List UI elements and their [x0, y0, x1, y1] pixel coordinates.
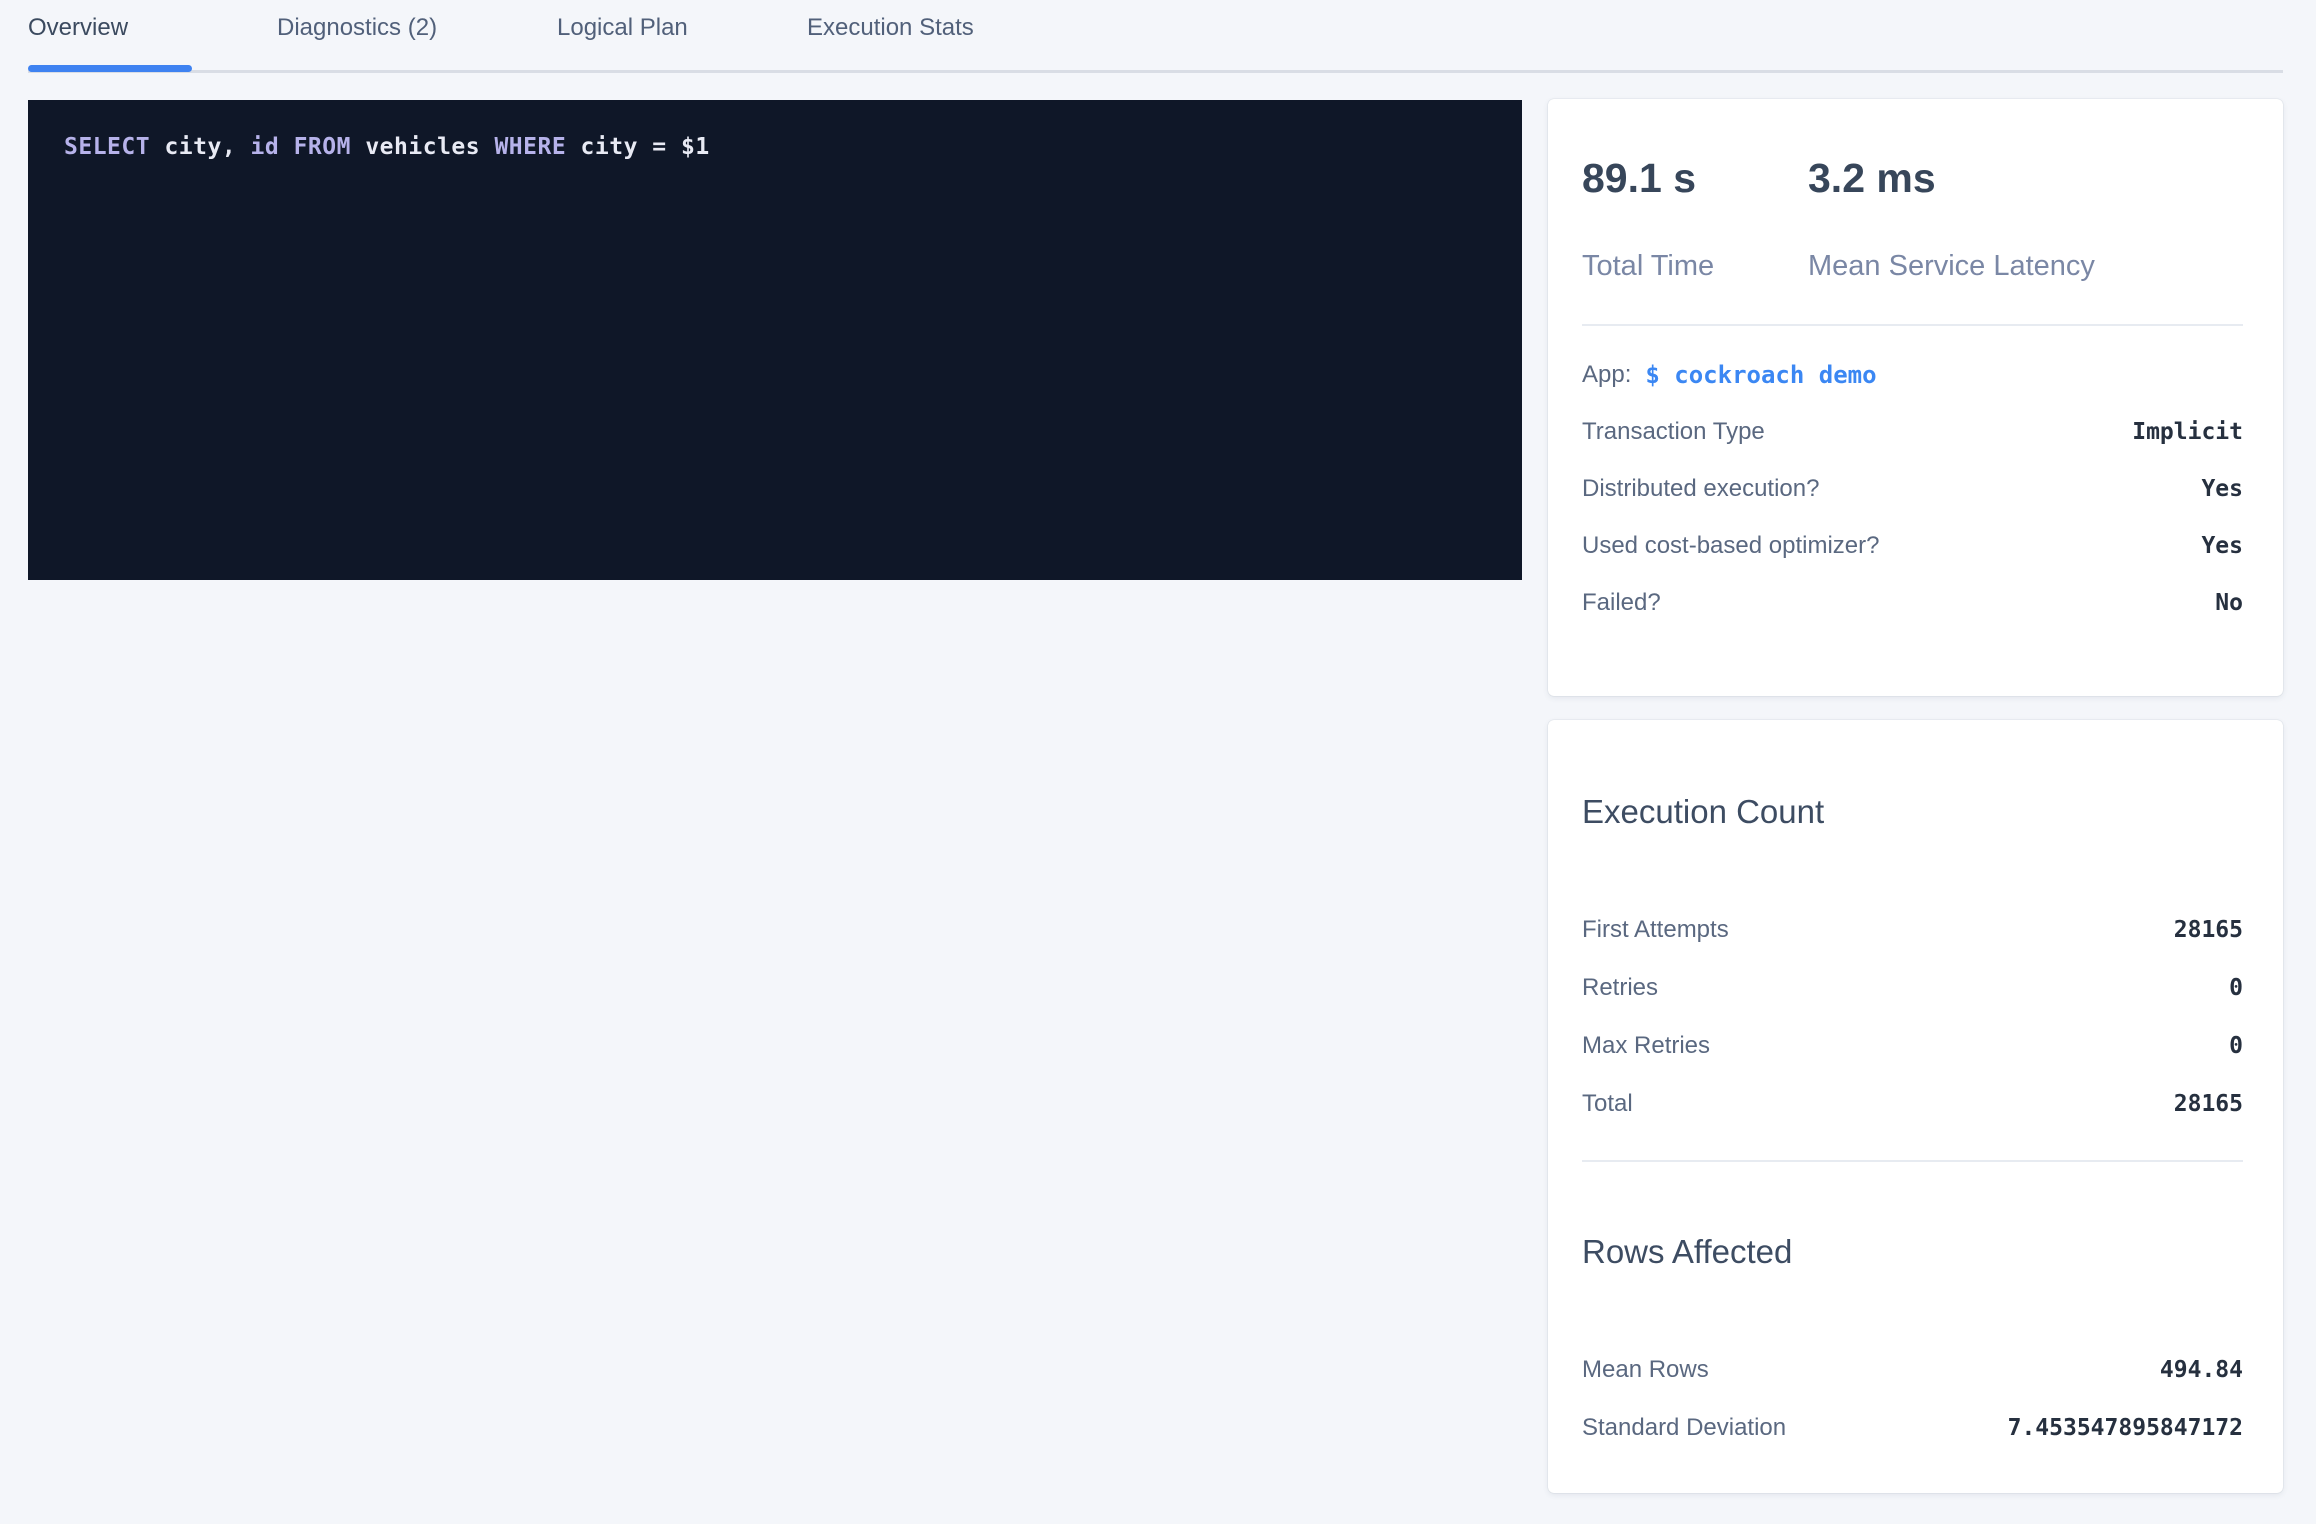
retries-label: Retries	[1582, 974, 1658, 1002]
cost-based-optimizer-label: Used cost-based optimizer?	[1582, 532, 1879, 560]
transaction-type-label: Transaction Type	[1582, 418, 1765, 446]
app-name-link[interactable]: $ cockroach demo	[1645, 361, 1876, 389]
transaction-type-value: Implicit	[2132, 419, 2243, 445]
mean-service-latency-value: 3.2 ms	[1808, 155, 2243, 201]
failed-value: No	[2215, 590, 2243, 616]
sql-token: FROM	[294, 134, 366, 160]
first-attempts-value: 28165	[2174, 917, 2243, 943]
tab-bar: Overview Diagnostics (2) Logical Plan Ex…	[0, 0, 2316, 74]
summary-stats: 89.1 s Total Time 3.2 ms Mean Service La…	[1582, 155, 2243, 282]
total-time-value: 89.1 s	[1582, 155, 1808, 201]
standard-deviation-row: Standard Deviation 7.453547895847172	[1582, 1399, 2243, 1457]
overview-summary-card: 89.1 s Total Time 3.2 ms Mean Service La…	[1548, 99, 2283, 696]
standard-deviation-label: Standard Deviation	[1582, 1414, 1786, 1442]
first-attempts-label: First Attempts	[1582, 916, 1729, 944]
sql-token: vehicles	[365, 134, 494, 160]
distributed-execution-value: Yes	[2201, 476, 2243, 502]
first-attempts-row: First Attempts 28165	[1582, 901, 2243, 959]
card-divider	[1582, 1160, 2243, 1162]
rows-affected-rows: Mean Rows 494.84 Standard Deviation 7.45…	[1582, 1341, 2243, 1457]
retries-value: 0	[2229, 975, 2243, 1001]
max-retries-row: Max Retries 0	[1582, 1017, 2243, 1075]
mean-rows-row: Mean Rows 494.84	[1582, 1341, 2243, 1399]
total-time-stat: 89.1 s Total Time	[1582, 155, 1808, 282]
sql-statement-box: SELECT city, id FROM vehicles WHERE city…	[28, 100, 1522, 580]
standard-deviation-value: 7.453547895847172	[2008, 1415, 2243, 1441]
execution-count-rows: First Attempts 28165 Retries 0 Max Retri…	[1582, 901, 2243, 1133]
tab-diagnostics[interactable]: Diagnostics (2)	[277, 14, 437, 42]
total-label: Total	[1582, 1090, 1633, 1118]
rows-affected-title: Rows Affected	[1582, 1232, 2243, 1272]
tab-logical-plan[interactable]: Logical Plan	[557, 14, 688, 42]
distributed-execution-row: Distributed execution? Yes	[1582, 460, 2243, 517]
statement-attributes: App: $ cockroach demo Transaction Type I…	[1582, 326, 2243, 631]
app-row: App: $ cockroach demo	[1582, 346, 2243, 403]
app-label: App:	[1582, 361, 1631, 389]
execution-count-card: Execution Count First Attempts 28165 Ret…	[1548, 720, 2283, 1493]
retries-row: Retries 0	[1582, 959, 2243, 1017]
cost-based-optimizer-value: Yes	[2201, 533, 2243, 559]
sql-token: city,	[164, 134, 250, 160]
failed-label: Failed?	[1582, 589, 1661, 617]
tab-execution-stats[interactable]: Execution Stats	[807, 14, 974, 42]
total-value: 28165	[2174, 1091, 2243, 1117]
mean-service-latency-stat: 3.2 ms Mean Service Latency	[1808, 155, 2243, 282]
statement-details-page: Overview Diagnostics (2) Logical Plan Ex…	[0, 0, 2316, 1524]
mean-rows-label: Mean Rows	[1582, 1356, 1709, 1384]
transaction-type-row: Transaction Type Implicit	[1582, 403, 2243, 460]
active-tab-underline	[28, 65, 192, 72]
total-row: Total 28165	[1582, 1075, 2243, 1133]
sql-token: WHERE	[494, 134, 580, 160]
tab-overview[interactable]: Overview	[28, 14, 128, 42]
max-retries-value: 0	[2229, 1033, 2243, 1059]
mean-service-latency-label: Mean Service Latency	[1808, 250, 2243, 282]
sql-token: city = $1	[581, 134, 710, 160]
execution-count-title: Execution Count	[1582, 792, 2243, 832]
tab-bar-divider	[28, 70, 2283, 73]
distributed-execution-label: Distributed execution?	[1582, 475, 1819, 503]
total-time-label: Total Time	[1582, 250, 1808, 282]
cost-based-optimizer-row: Used cost-based optimizer? Yes	[1582, 517, 2243, 574]
sql-statement-text: SELECT city, id FROM vehicles WHERE city…	[64, 134, 1486, 160]
sql-token: SELECT	[64, 134, 164, 160]
failed-row: Failed? No	[1582, 574, 2243, 631]
sql-token: id	[251, 134, 294, 160]
mean-rows-value: 494.84	[2160, 1357, 2243, 1383]
max-retries-label: Max Retries	[1582, 1032, 1710, 1060]
